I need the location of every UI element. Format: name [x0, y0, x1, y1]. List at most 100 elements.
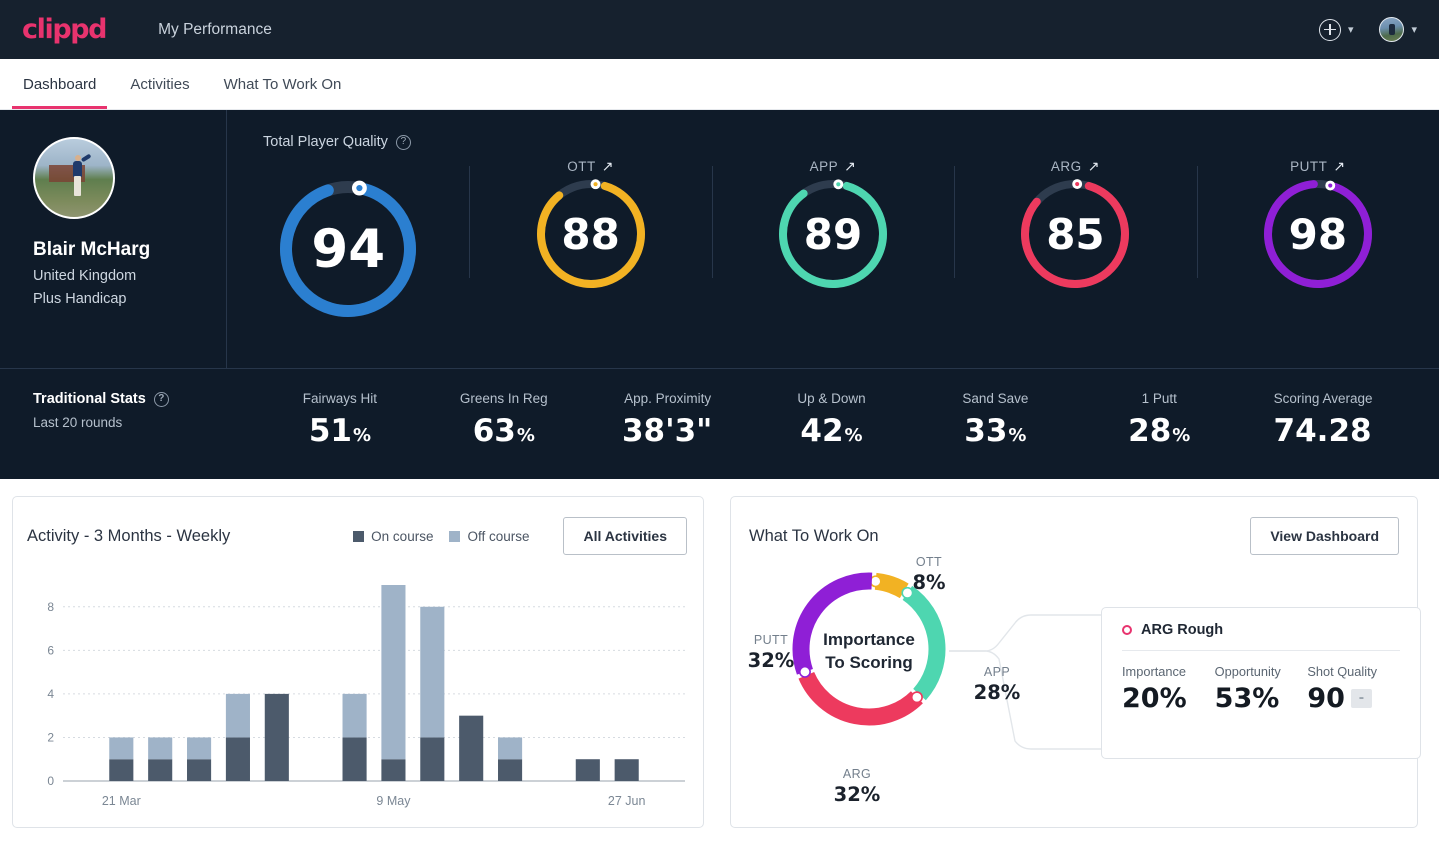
activity-bar-chart[interactable]: 0 2 4 6 8 21 Mar 9 May 27 Jun [27, 573, 687, 823]
svg-text:0: 0 [47, 774, 54, 788]
gauge-ring: 98 [1260, 176, 1376, 292]
bottom-cards: Activity - 3 Months - Weekly On course O… [0, 479, 1439, 828]
donut-label-value: 32% [747, 649, 795, 672]
detail-stat-opportunity: Opportunity 53% [1215, 664, 1308, 714]
stat-value: 51 [308, 413, 352, 449]
gauge-ring: 85 [1017, 176, 1133, 292]
stat-value: 28 [1128, 413, 1172, 449]
gauge-label: OTT ↗ [567, 156, 614, 176]
stat-label: App. Proximity [624, 391, 712, 406]
player-handicap: Plus Handicap [33, 291, 127, 307]
svg-text:6: 6 [47, 643, 54, 657]
gauge-ring: 88 [533, 176, 649, 292]
gauge-value: 89 [803, 209, 863, 259]
wtwo-body: Importance To Scoring OTT 8% APP 28% ARG… [748, 555, 1421, 821]
svg-text:8: 8 [47, 600, 54, 614]
view-dashboard-button[interactable]: View Dashboard [1250, 517, 1399, 555]
trend-up-icon: ↗ [1087, 157, 1100, 174]
donut-label-name: PUTT [753, 633, 789, 647]
gauge-ott[interactable]: OTT ↗ 88 [469, 156, 711, 292]
stat-value: 63 [472, 413, 516, 449]
wtwo-title: What To Work On [749, 526, 879, 545]
legend-on-course: On course [353, 529, 433, 544]
account-menu[interactable]: ▾ [1379, 17, 1417, 42]
player-country: United Kingdom [33, 268, 137, 284]
detail-stat-label: Importance [1122, 664, 1187, 679]
stat-label: Up & Down [797, 391, 866, 406]
stat-sand-save: Sand Save 33% [913, 391, 1077, 449]
top-bar-actions: ▾ ▾ [1318, 17, 1417, 42]
stat-value: 74.28 [1273, 413, 1372, 449]
add-button[interactable]: ▾ [1318, 18, 1354, 41]
gauge-value: 85 [1046, 209, 1105, 259]
activity-card-header: Activity - 3 Months - Weekly On course O… [27, 517, 687, 555]
donut-label-app: APP 28% [961, 665, 1033, 704]
svg-text:2: 2 [47, 730, 54, 744]
svg-text:27 Jun: 27 Jun [608, 794, 646, 808]
chevron-down-icon: ▾ [1347, 24, 1354, 36]
what-to-work-on-card: What To Work On View Dashboard Importanc… [730, 496, 1421, 828]
traditional-stats-title: Traditional Stats [33, 391, 146, 407]
svg-text:21 Mar: 21 Mar [102, 794, 141, 808]
trend-up-icon: ↗ [601, 157, 614, 174]
gauge-arg[interactable]: ARG ↗ 85 [954, 156, 1196, 292]
traditional-stats-subtitle: Last 20 rounds [33, 415, 123, 430]
gauge-label: ARG ↗ [1051, 156, 1100, 176]
donut-label-name: APP [983, 665, 1011, 679]
all-activities-button[interactable]: All Activities [563, 517, 687, 555]
gauge-ring: 94 [275, 176, 421, 322]
stat-label: Sand Save [962, 391, 1029, 406]
tab-what-to-work-on[interactable]: What To Work On [207, 59, 359, 109]
detail-stat-badge: - [1350, 689, 1372, 708]
stat-value: 42 [800, 413, 844, 449]
activity-card: Activity - 3 Months - Weekly On course O… [12, 496, 704, 828]
detail-card-arg-rough[interactable]: ARG Rough Importance 20% Opportunity 53%… [1101, 607, 1421, 759]
donut-label-arg: ARG 32% [817, 767, 897, 806]
gauge-app[interactable]: APP ↗ 89 [711, 156, 954, 292]
tab-activities[interactable]: Activities [113, 59, 206, 109]
performance-hero: Blair McHarg United Kingdom Plus Handica… [0, 110, 1439, 479]
gauge-label-text: APP [809, 158, 839, 174]
avatar [1379, 17, 1405, 42]
help-icon[interactable]: ? [395, 134, 411, 150]
gauge-value: 88 [561, 209, 620, 259]
donut-label-ott: OTT 8% [889, 555, 969, 594]
traditional-stats-section: Traditional Stats ? Last 20 rounds Fairw… [0, 368, 1439, 479]
traditional-stats-list: Fairways Hit 51% Greens In Reg 63% App. … [258, 391, 1405, 449]
gauge-label-text: ARG [1050, 158, 1082, 174]
detail-card-stats: Importance 20% Opportunity 53% Shot Qual… [1122, 664, 1400, 714]
stat-unit: % [844, 425, 863, 446]
gauge-value: 94 [311, 218, 386, 280]
svg-text:4: 4 [47, 687, 54, 701]
legend-swatch-icon [353, 530, 365, 542]
app-logo[interactable]: clippd [22, 14, 108, 45]
traditional-stats-header: Traditional Stats ? Last 20 rounds [33, 391, 258, 430]
legend-swatch-icon [449, 530, 461, 542]
gauge-label: PUTT ↗ [1290, 156, 1345, 176]
detail-stat-label: Shot Quality [1307, 664, 1378, 679]
total-player-quality-section: Total Player Quality ? 94 OTT ↗ 88 APP ↗… [226, 110, 1439, 368]
gauge-value: 98 [1288, 209, 1348, 259]
tab-dashboard[interactable]: Dashboard [6, 59, 113, 109]
gauge-total-player-quality[interactable]: 94 [227, 156, 469, 322]
gauge-putt[interactable]: PUTT ↗ 98 [1196, 156, 1439, 292]
stat-greens-in-reg: Greens In Reg 63% [422, 391, 586, 449]
stat-unit: % [1172, 425, 1191, 446]
legend-label: Off course [467, 528, 530, 544]
help-icon[interactable]: ? [153, 391, 169, 407]
tpq-title: Total Player Quality [263, 134, 388, 150]
stat-value: 38'3" [621, 413, 713, 449]
stat-value: 33 [964, 413, 1008, 449]
detail-stat-value: 90 [1307, 683, 1345, 714]
gauge-label: APP ↗ [810, 156, 857, 176]
stat-app-proximity: App. Proximity 38'3" [586, 391, 750, 449]
donut-label-putt: PUTT 32% [731, 633, 811, 672]
detail-stat-importance: Importance 20% [1122, 664, 1215, 714]
player-photo [33, 137, 115, 219]
detail-stat-value: 20% [1122, 683, 1187, 714]
stat-unit: % [1008, 425, 1027, 446]
stat-fairways-hit: Fairways Hit 51% [258, 391, 422, 449]
chevron-down-icon: ▾ [1411, 24, 1417, 36]
gauge-label-text: PUTT [1290, 158, 1328, 174]
donut-label-value: 8% [912, 571, 946, 594]
